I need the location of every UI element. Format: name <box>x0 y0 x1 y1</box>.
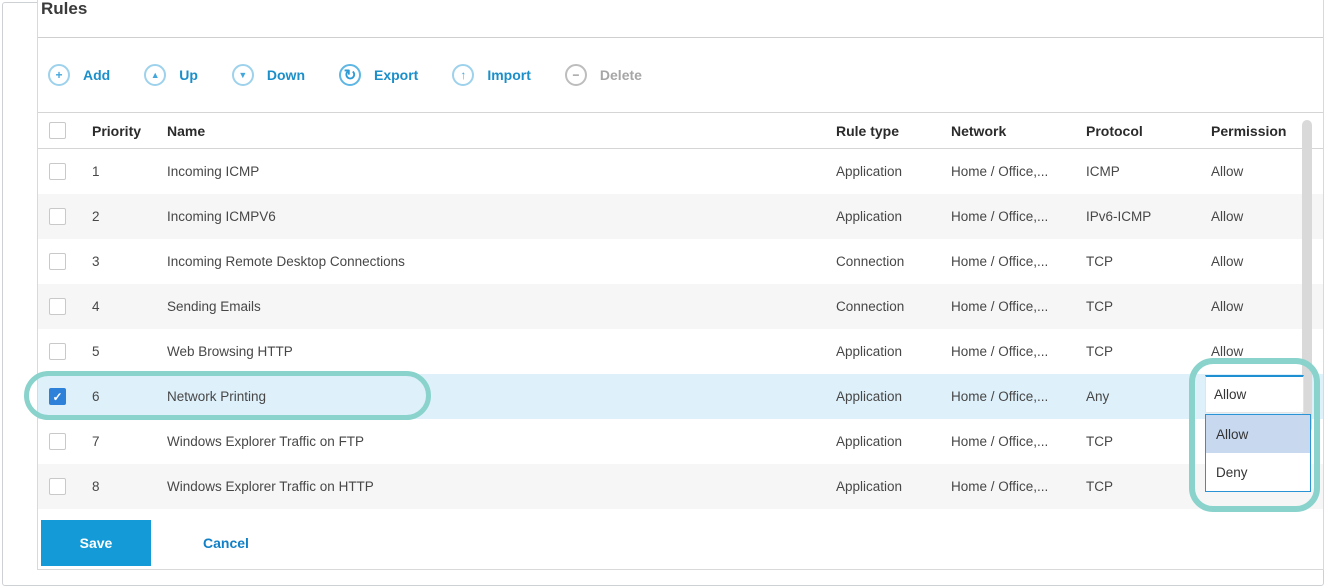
table-row[interactable]: 8 Windows Explorer Traffic on HTTP Appli… <box>38 464 1323 509</box>
table-row[interactable]: 5 Web Browsing HTTP Application Home / O… <box>38 329 1323 374</box>
import-button-label: Import <box>487 67 531 83</box>
cell-rule-type: Application <box>836 164 951 179</box>
toolbar: + Add ▲ Up ▼ Down ↻ Export ↑ Import − De… <box>38 38 1323 112</box>
cell-priority: 6 <box>92 389 167 404</box>
cell-priority: 3 <box>92 254 167 269</box>
cell-network: Home / Office,... <box>951 164 1086 179</box>
cell-protocol: TCP <box>1086 479 1211 494</box>
export-button[interactable]: ↻ Export <box>339 64 418 86</box>
row-checkbox[interactable] <box>49 433 66 450</box>
cell-name: Incoming ICMP <box>167 164 836 179</box>
cell-priority: 1 <box>92 164 167 179</box>
cell-network: Home / Office,... <box>951 299 1086 314</box>
cell-rule-type: Connection <box>836 254 951 269</box>
table-row[interactable]: 4 Sending Emails Connection Home / Offic… <box>38 284 1323 329</box>
cell-rule-type: Application <box>836 479 951 494</box>
add-button[interactable]: + Add <box>48 64 110 86</box>
cell-network: Home / Office,... <box>951 434 1086 449</box>
row-checkbox[interactable] <box>49 208 66 225</box>
cell-rule-type: Application <box>836 434 951 449</box>
cell-protocol: TCP <box>1086 344 1211 359</box>
cell-rule-type: Connection <box>836 299 951 314</box>
row-checkbox[interactable] <box>49 298 66 315</box>
cell-protocol: TCP <box>1086 299 1211 314</box>
page-title: Rules <box>38 0 1323 38</box>
down-button[interactable]: ▼ Down <box>232 64 305 86</box>
up-button-label: Up <box>179 67 198 83</box>
rules-panel: Rules + Add ▲ Up ▼ Down ↻ Export ↑ Impor… <box>37 0 1324 570</box>
save-button[interactable]: Save <box>41 520 151 566</box>
arrow-up-circle-icon: ▲ <box>144 64 166 86</box>
cell-priority: 8 <box>92 479 167 494</box>
table-header-row: Priority Name Rule type Network Protocol… <box>38 112 1323 149</box>
table-row[interactable]: 2 Incoming ICMPV6 Application Home / Off… <box>38 194 1323 239</box>
cell-priority: 2 <box>92 209 167 224</box>
cell-protocol: TCP <box>1086 254 1211 269</box>
table-row[interactable]: 3 Incoming Remote Desktop Connections Co… <box>38 239 1323 284</box>
plus-circle-icon: + <box>48 64 70 86</box>
cell-name: Network Printing <box>167 389 836 404</box>
cell-network: Home / Office,... <box>951 209 1086 224</box>
select-all-checkbox[interactable] <box>49 122 66 139</box>
table-body: 1 Incoming ICMP Application Home / Offic… <box>38 149 1323 509</box>
down-button-label: Down <box>267 67 305 83</box>
minus-circle-icon: − <box>565 64 587 86</box>
cell-name: Incoming ICMPV6 <box>167 209 836 224</box>
cell-network: Home / Office,... <box>951 389 1086 404</box>
import-button[interactable]: ↑ Import <box>452 64 531 86</box>
cell-protocol: ICMP <box>1086 164 1211 179</box>
add-button-label: Add <box>83 67 110 83</box>
cell-name: Sending Emails <box>167 299 836 314</box>
cell-rule-type: Application <box>836 209 951 224</box>
cell-network: Home / Office,... <box>951 254 1086 269</box>
cell-name: Incoming Remote Desktop Connections <box>167 254 836 269</box>
row-checkbox[interactable] <box>49 253 66 270</box>
delete-button[interactable]: − Delete <box>565 64 642 86</box>
row-checkbox[interactable] <box>49 388 66 405</box>
table-row[interactable]: 6 Network Printing Application Home / Of… <box>38 374 1323 419</box>
cell-priority: 5 <box>92 344 167 359</box>
row-checkbox[interactable] <box>49 343 66 360</box>
cell-rule-type: Application <box>836 344 951 359</box>
header-name: Name <box>167 123 836 139</box>
permission-dropdown-list: Allow Deny <box>1205 414 1311 492</box>
permission-option-allow[interactable]: Allow <box>1206 415 1310 453</box>
row-checkbox[interactable] <box>49 478 66 495</box>
arrow-down-circle-icon: ▼ <box>232 64 254 86</box>
import-arrow-circle-icon: ↑ <box>452 64 474 86</box>
permission-select[interactable]: Allow <box>1205 375 1304 413</box>
export-circular-arrow-icon: ↻ <box>339 64 361 86</box>
permission-option-deny[interactable]: Deny <box>1206 453 1310 491</box>
up-button[interactable]: ▲ Up <box>144 64 198 86</box>
cell-name: Windows Explorer Traffic on HTTP <box>167 479 836 494</box>
cell-network: Home / Office,... <box>951 479 1086 494</box>
row-checkbox[interactable] <box>49 163 66 180</box>
cell-protocol: TCP <box>1086 434 1211 449</box>
header-network: Network <box>951 123 1086 139</box>
cell-name: Windows Explorer Traffic on FTP <box>167 434 836 449</box>
cell-protocol: IPv6-ICMP <box>1086 209 1211 224</box>
table-row[interactable]: 1 Incoming ICMP Application Home / Offic… <box>38 149 1323 194</box>
cell-rule-type: Application <box>836 389 951 404</box>
header-rule-type: Rule type <box>836 123 951 139</box>
table-row[interactable]: 7 Windows Explorer Traffic on FTP Applic… <box>38 419 1323 464</box>
cancel-button[interactable]: Cancel <box>203 535 249 551</box>
cell-priority: 4 <box>92 299 167 314</box>
cell-network: Home / Office,... <box>951 344 1086 359</box>
export-button-label: Export <box>374 67 418 83</box>
header-priority: Priority <box>92 123 167 139</box>
cell-priority: 7 <box>92 434 167 449</box>
footer: Save Cancel <box>41 520 249 566</box>
cell-protocol: Any <box>1086 389 1211 404</box>
header-protocol: Protocol <box>1086 123 1211 139</box>
cell-name: Web Browsing HTTP <box>167 344 836 359</box>
delete-button-label: Delete <box>600 67 642 83</box>
